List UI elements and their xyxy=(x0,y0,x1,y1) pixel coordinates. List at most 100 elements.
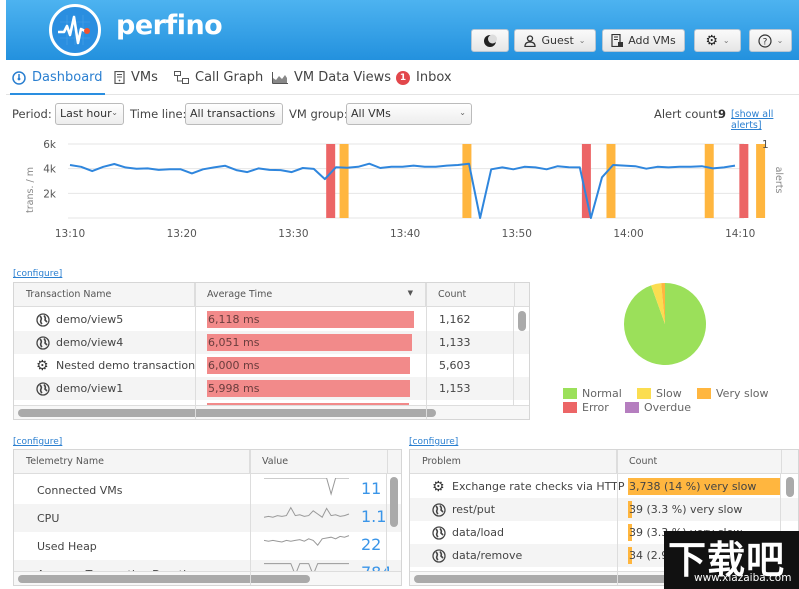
transactions-table: Transaction Name Average Time ▼ Count de… xyxy=(13,282,530,420)
legend-item-very-slow[interactable]: Very slow xyxy=(697,387,768,400)
column-divider xyxy=(426,283,427,419)
scrollbar-thumb[interactable] xyxy=(518,311,526,331)
problem-name-cell: ⚙ Exchange rate checks via HTTP xyxy=(432,475,624,498)
legend-label: Very slow xyxy=(716,387,769,400)
table-row[interactable]: Connected VMs 11 xyxy=(14,476,401,504)
add-vms-button[interactable]: Add VMs xyxy=(602,29,685,52)
alert-marker-very-slow[interactable] xyxy=(462,144,472,218)
tab-inbox[interactable]: 1 Inbox xyxy=(396,70,452,85)
table-row[interactable]: demo/view1 5,998 ms 1,153 xyxy=(14,377,529,400)
average-time-value: 6,051 ms xyxy=(208,336,260,349)
table-row[interactable]: Used Heap 22 xyxy=(14,532,401,560)
tab-label: VM Data Views xyxy=(294,70,392,85)
legend-item-overdue[interactable]: Overdue xyxy=(625,401,691,414)
watermark: 下载吧 www.xiazaiba.com xyxy=(664,531,799,589)
legend-swatch xyxy=(563,402,577,413)
transaction-name-cell: ⚙ Nested demo transaction xyxy=(36,354,195,377)
scrollbar-thumb[interactable] xyxy=(18,575,310,583)
x-tick-label: 13:30 xyxy=(278,228,308,240)
vm-group-select[interactable]: All VMs ⌄ xyxy=(346,103,472,125)
problem-name: rest/put xyxy=(452,503,496,516)
transaction-name: demo/view5 xyxy=(56,313,124,326)
area-chart-icon xyxy=(272,71,288,84)
x-tick-label: 13:40 xyxy=(390,228,420,240)
configure-transactions-link[interactable]: [configure] xyxy=(13,269,62,279)
table-row[interactable]: rest/put 39 (3.3 %) very slow xyxy=(410,498,798,521)
problem-name-cell: data/remove xyxy=(432,544,522,567)
alert-marker-very-slow[interactable] xyxy=(704,144,714,218)
telemetry-name: Connected VMs xyxy=(37,483,123,497)
user-icon xyxy=(524,34,537,47)
telemetry-name: CPU xyxy=(37,511,60,525)
period-value: Last hour xyxy=(60,107,112,120)
user-menu-button[interactable]: Guest ⌄ xyxy=(514,29,596,52)
scrollbar-thumb[interactable] xyxy=(390,477,398,527)
column-header-name[interactable]: Transaction Name xyxy=(14,283,195,307)
legend-item-slow[interactable]: Slow xyxy=(637,387,682,400)
tab-vms[interactable]: VMs xyxy=(114,70,158,85)
configure-problems-link[interactable]: [configure] xyxy=(409,437,458,447)
app-header: perfino Guest ⌄ Add VMs ⚙ ⌄ ? ⌄ xyxy=(6,0,799,60)
status-pie-chart xyxy=(624,283,706,365)
count-cell: 1,162 xyxy=(439,313,471,326)
column-header-count[interactable]: Count xyxy=(617,450,782,474)
help-icon: ? xyxy=(758,33,772,48)
table-row[interactable]: ⚙ Nested demo transaction 6,000 ms 5,603 xyxy=(14,354,529,377)
globe-icon xyxy=(36,381,50,396)
scrollbar-thumb[interactable] xyxy=(786,477,794,497)
column-header-average-time[interactable]: Average Time ▼ xyxy=(195,283,426,307)
column-header-value[interactable]: Value xyxy=(250,450,388,474)
alert-marker-very-slow[interactable] xyxy=(756,144,766,218)
sparkline xyxy=(264,506,350,518)
period-select[interactable]: Last hour ⌄ xyxy=(55,103,124,125)
show-all-alerts-link[interactable]: [show all alerts] xyxy=(731,109,799,131)
y2-axis-label: alerts xyxy=(773,167,784,194)
horizontal-scrollbar[interactable] xyxy=(14,571,401,585)
horizontal-scrollbar[interactable] xyxy=(14,405,529,419)
column-header-problem[interactable]: Problem xyxy=(410,450,617,474)
configure-telemetry-link[interactable]: [configure] xyxy=(13,437,62,447)
column-header-telemetry-name[interactable]: Telemetry Name xyxy=(14,450,250,474)
column-header-count[interactable]: Count xyxy=(426,283,515,307)
table-row[interactable]: ⚙ Exchange rate checks via HTTP 3,738 (14 … xyxy=(410,475,798,498)
count-cell: 1,153 xyxy=(439,382,471,395)
table-row[interactable]: demo/view5 6,118 ms 1,162 xyxy=(14,308,529,331)
alert-marker-error[interactable] xyxy=(326,144,336,218)
alert-count-label: Alert count: xyxy=(654,107,722,121)
help-menu-button[interactable]: ? ⌄ xyxy=(749,29,792,52)
alert-marker-very-slow[interactable] xyxy=(339,144,349,218)
scrollbar-thumb[interactable] xyxy=(18,409,436,417)
main-nav: Dashboard VMs Call Graph VM Data Views 1… xyxy=(6,62,799,95)
table-row[interactable]: demo/view4 6,051 ms 1,133 xyxy=(14,331,529,354)
theme-toggle-button[interactable] xyxy=(471,29,509,52)
y-tick-label: 4k xyxy=(43,164,57,176)
legend-swatch xyxy=(625,402,639,413)
table-row[interactable]: CPU 1.1 xyxy=(14,504,401,532)
table-header: Transaction Name Average Time ▼ Count xyxy=(14,283,529,307)
alert-marker-error[interactable] xyxy=(739,144,749,218)
tab-dashboard[interactable]: Dashboard xyxy=(12,70,103,85)
transaction-name: Nested demo transaction xyxy=(56,359,196,372)
vertical-scrollbar[interactable] xyxy=(513,307,529,405)
timeline-select[interactable]: All transactions ⌄ xyxy=(185,103,283,125)
transaction-name: demo/view4 xyxy=(56,336,124,349)
vertical-scrollbar[interactable] xyxy=(386,474,401,571)
pulse-icon xyxy=(58,15,90,45)
legend-item-error[interactable]: Error xyxy=(563,401,609,414)
timeline-chart[interactable]: 2k 4k 6k 13:10 13:20 13:30 13:40 13:50 14:00 14:… xyxy=(0,130,799,245)
tab-vm-data-views[interactable]: VM Data Views xyxy=(272,70,391,85)
tab-call-graph[interactable]: Call Graph xyxy=(174,70,263,85)
alert-marker-very-slow[interactable] xyxy=(606,144,616,218)
problem-name: Exchange rate checks via HTTP xyxy=(452,480,625,493)
call-graph-icon xyxy=(174,71,189,84)
server-icon xyxy=(114,71,125,84)
legend-item-normal[interactable]: Normal xyxy=(563,387,622,400)
x-tick-label: 14:00 xyxy=(613,228,643,240)
table-header: Telemetry Name Value xyxy=(14,450,401,474)
settings-menu-button[interactable]: ⚙ ⌄ xyxy=(694,29,741,52)
gear-icon: ⚙ xyxy=(36,357,49,374)
problem-count-value: 3,738 (14 %) very slow xyxy=(629,480,757,493)
average-time-value: 5,998 ms xyxy=(208,382,260,395)
chevron-down-icon: ⌄ xyxy=(111,108,118,117)
problem-name-cell: rest/put xyxy=(432,498,495,521)
